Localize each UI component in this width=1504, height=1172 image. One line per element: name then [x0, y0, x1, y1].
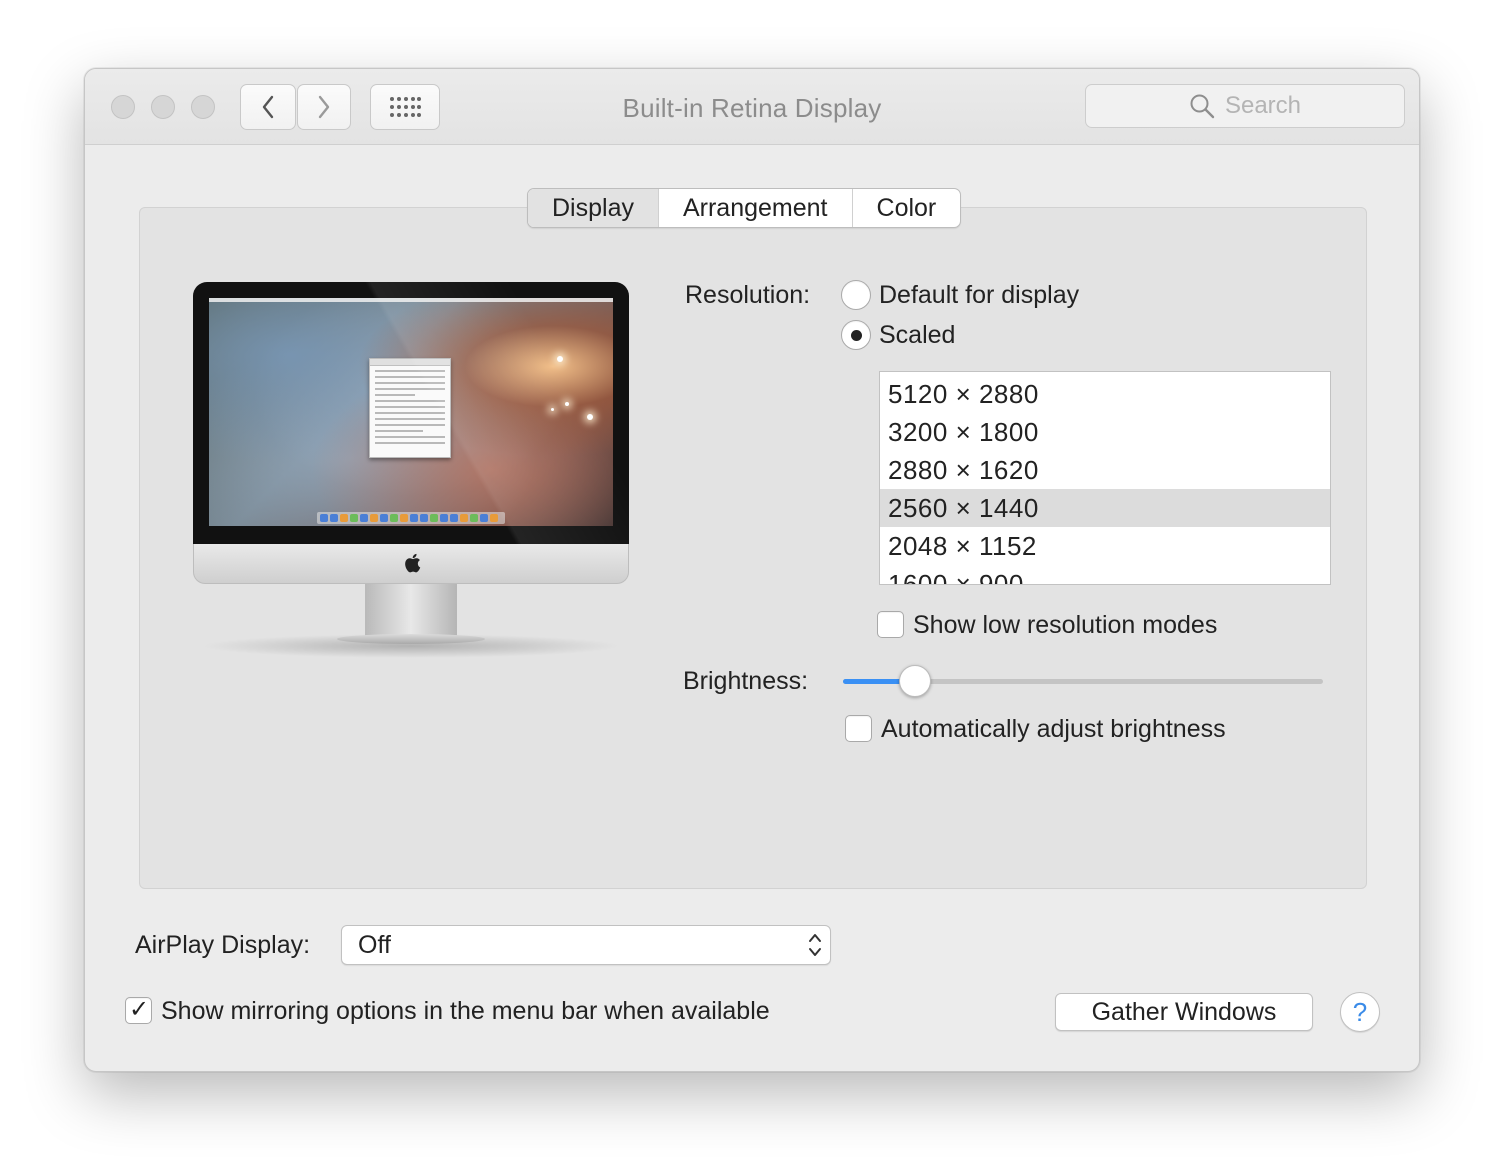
imac-bezel [193, 282, 629, 544]
search-field[interactable]: Search [1085, 84, 1405, 128]
resolution-item-selected[interactable]: 2560 × 1440 [880, 489, 1330, 527]
brightness-label: Brightness: [683, 667, 809, 695]
auto-brightness-label[interactable]: Automatically adjust brightness [881, 715, 1226, 744]
tab-color[interactable]: Color [851, 189, 961, 227]
imac-chin [193, 544, 629, 584]
tab-display[interactable]: Display [528, 189, 658, 227]
resolution-item[interactable]: 1600 × 900 [880, 565, 1330, 584]
up-down-arrows-icon [809, 934, 821, 956]
scaled-label[interactable]: Scaled [879, 321, 955, 350]
imac-stand [365, 584, 457, 636]
show-low-res-label[interactable]: Show low resolution modes [913, 611, 1217, 640]
tab-arrangement[interactable]: Arrangement [657, 189, 852, 227]
auto-brightness-checkbox[interactable] [845, 715, 872, 742]
brightness-slider-knob[interactable] [899, 665, 931, 697]
resolution-item[interactable]: 3200 × 1800 [880, 413, 1330, 451]
apple-logo-icon [405, 553, 421, 573]
system-preferences-window: Built-in Retina Display Search Display A… [84, 68, 1420, 1072]
search-icon [1190, 94, 1215, 119]
help-button[interactable]: ? [1340, 992, 1380, 1032]
show-low-res-checkbox[interactable] [877, 611, 904, 638]
display-preview-image [193, 282, 631, 662]
resolution-item[interactable]: 2048 × 1152 [880, 527, 1330, 565]
gather-windows-button[interactable]: Gather Windows [1055, 993, 1313, 1031]
search-placeholder: Search [1224, 92, 1302, 119]
title-bar: Built-in Retina Display Search [85, 69, 1419, 145]
scaled-radio[interactable] [841, 320, 871, 350]
resolution-label: Resolution: [685, 281, 811, 309]
default-for-display-label[interactable]: Default for display [879, 281, 1079, 310]
imac-foot [337, 634, 485, 644]
resolution-item[interactable]: 2880 × 1620 [880, 451, 1330, 489]
airplay-display-label: AirPlay Display: [135, 931, 311, 959]
show-mirroring-checkbox[interactable] [125, 995, 152, 1024]
airplay-display-value: Off [358, 931, 391, 959]
default-for-display-radio[interactable] [841, 280, 871, 310]
resolution-list[interactable]: 5120 × 2880 3200 × 1800 2880 × 1620 2560… [879, 371, 1331, 585]
tab-bar: Display Arrangement Color [527, 188, 962, 228]
airplay-display-select[interactable]: Off [341, 925, 831, 965]
show-mirroring-label[interactable]: Show mirroring options in the menu bar w… [161, 997, 770, 1026]
resolution-item[interactable]: 5120 × 2880 [880, 375, 1330, 413]
